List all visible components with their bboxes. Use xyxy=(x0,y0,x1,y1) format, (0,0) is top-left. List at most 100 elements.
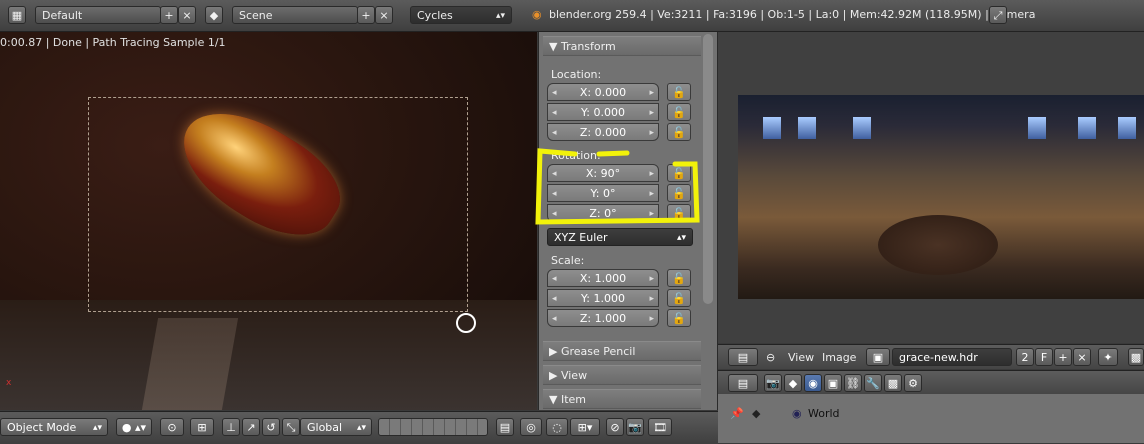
scale-y-field[interactable]: ◂ Y: 1.000 ▸ xyxy=(547,289,659,307)
fake-user-button[interactable]: F xyxy=(1035,348,1053,366)
layer-buttons[interactable] xyxy=(378,418,488,436)
lock-scale-y-icon[interactable]: 🔓 xyxy=(667,289,691,307)
unlink-image-button[interactable]: ⨯ xyxy=(1073,348,1091,366)
arrow-right-icon: ▸ xyxy=(649,108,654,118)
window-shape xyxy=(1078,117,1096,139)
location-z-value: Z: 0.000 xyxy=(579,126,627,139)
remove-layout-button[interactable]: ⨯ xyxy=(178,6,196,24)
orientation-value: Global xyxy=(307,421,343,434)
scale-label: Scale: xyxy=(551,254,585,267)
editor-type-icon[interactable]: ▤ xyxy=(728,374,758,392)
lock-location-z-icon[interactable]: 🔓 xyxy=(667,123,691,141)
scale-z-field[interactable]: ◂ Z: 1.000 ▸ xyxy=(547,309,659,327)
orientation-select[interactable]: Global ▴▾ xyxy=(300,418,372,436)
image-users-count[interactable]: 2 xyxy=(1016,348,1034,366)
world-context-panel: 📌 ◆ ◉ World xyxy=(718,394,1144,443)
scene-name-field[interactable]: Scene xyxy=(232,6,358,24)
render-anim-icon[interactable]: 🎞 xyxy=(648,418,672,436)
lock-location-x-icon[interactable]: 🔓 xyxy=(667,83,691,101)
rotation-mode-select[interactable]: XYZ Euler ▴▾ xyxy=(547,228,693,246)
new-image-button[interactable]: + xyxy=(1054,348,1072,366)
lock-scale-x-icon[interactable]: 🔓 xyxy=(667,269,691,287)
modifiers-tab-icon[interactable]: 🔧 xyxy=(864,374,882,392)
checker-icon[interactable]: ▩ xyxy=(1128,348,1144,366)
expand-arrow-icon: ▼ xyxy=(549,40,561,53)
arrow-right-icon: ▸ xyxy=(649,294,654,304)
axis-x-icon: x xyxy=(6,378,12,388)
arrow-right-icon: ▸ xyxy=(649,314,654,324)
pin-icon[interactable]: 📌 xyxy=(730,407,744,420)
view-panel-header[interactable]: ▶ View xyxy=(543,365,701,385)
viewport-aisle xyxy=(141,318,239,410)
lock-scale-z-icon[interactable]: 🔓 xyxy=(667,309,691,327)
world-tab-icon[interactable]: ◉ xyxy=(804,374,822,392)
location-x-field[interactable]: ◂ X: 0.000 ▸ xyxy=(547,83,659,101)
view-title: View xyxy=(560,369,588,382)
scene-tab-icon[interactable]: ◆ xyxy=(784,374,802,392)
mode-select[interactable]: Object Mode ▴▾ xyxy=(0,418,108,436)
rotation-mode-value: XYZ Euler xyxy=(554,231,608,244)
scene-info-text: blender.org 259.4 | Ve:3211 | Fa:3196 | … xyxy=(549,8,1036,21)
snapping-icon[interactable]: ⊞ xyxy=(190,418,214,436)
pin-icon[interactable]: ✦ xyxy=(1098,348,1118,366)
3d-cursor-icon[interactable] xyxy=(456,313,476,333)
render-engine-label: Cycles xyxy=(417,9,453,22)
fullscreen-icon[interactable]: ⤢ xyxy=(989,6,1007,24)
rotate-icon[interactable]: ↺ xyxy=(262,418,280,436)
falloff-icon[interactable]: ◌ xyxy=(546,418,568,436)
properties-scrollbar[interactable] xyxy=(703,34,713,304)
screen-layout-field[interactable]: Default xyxy=(35,6,161,24)
editor-type-icon[interactable]: ▦ xyxy=(8,6,26,24)
render-status-text: 0:00.87 | Done | Path Tracing Sample 1/1 xyxy=(0,36,226,49)
arrow-right-icon: ▸ xyxy=(649,274,654,284)
world-icon: ◉ xyxy=(792,407,802,420)
snap-element-icon[interactable]: ⊞▾ xyxy=(570,418,600,436)
render-tab-icon[interactable]: 📷 xyxy=(764,374,782,392)
location-y-value: Y: 0.000 xyxy=(581,106,625,119)
remove-scene-button[interactable]: ⨯ xyxy=(375,6,393,24)
add-scene-button[interactable]: + xyxy=(357,6,375,24)
arrow-left-icon: ◂ xyxy=(552,314,557,324)
location-y-field[interactable]: ◂ Y: 0.000 ▸ xyxy=(547,103,659,121)
top-header-bar: ▦ Default + ⨯ ◆ Scene + ⨯ Cycles ▴▾ ◉ bl… xyxy=(0,0,1144,32)
transform-panel-header[interactable]: ▼ Transform xyxy=(543,36,701,56)
scale-y-value: Y: 1.000 xyxy=(581,292,625,305)
shading-select[interactable]: ● ▴▾ xyxy=(116,418,152,436)
physics-tab-icon[interactable]: ⚙ xyxy=(904,374,922,392)
constraints-tab-icon[interactable]: ⛓ xyxy=(844,374,862,392)
window-shape xyxy=(763,117,781,139)
collapse-menu-icon[interactable]: ⊖ xyxy=(766,351,775,364)
image-browse-icon[interactable]: ▣ xyxy=(866,348,890,366)
lock-location-y-icon[interactable]: 🔓 xyxy=(667,103,691,121)
scale-icon[interactable]: ⤡ xyxy=(282,418,300,436)
scene-icon[interactable]: ◆ xyxy=(205,6,223,24)
render-still-icon[interactable]: 📷 xyxy=(626,418,644,436)
proportional-edit-icon[interactable]: ◎ xyxy=(520,418,542,436)
hdr-environment-image[interactable] xyxy=(738,95,1144,299)
add-layout-button[interactable]: + xyxy=(160,6,178,24)
object-tab-icon[interactable]: ▣ xyxy=(824,374,842,392)
item-panel-header[interactable]: ▼ Item xyxy=(543,389,701,409)
image-name-field[interactable]: grace-new.hdr xyxy=(892,348,1012,366)
lock-camera-icon[interactable]: ▤ xyxy=(496,418,514,436)
world-breadcrumb[interactable]: World xyxy=(808,407,840,420)
arrow-left-icon: ◂ xyxy=(552,108,557,118)
table-shape xyxy=(878,215,998,275)
collapse-arrow-icon: ▶ xyxy=(549,345,561,358)
menu-image[interactable]: Image xyxy=(822,351,856,364)
scale-x-value: X: 1.000 xyxy=(579,272,627,285)
editor-type-icon[interactable]: ▤ xyxy=(728,348,758,366)
location-label: Location: xyxy=(551,68,602,81)
manipulator-icon[interactable]: ⊥ xyxy=(222,418,240,436)
location-z-field[interactable]: ◂ Z: 0.000 ▸ xyxy=(547,123,659,141)
translate-icon[interactable]: ↗ xyxy=(242,418,260,436)
location-x-value: X: 0.000 xyxy=(579,86,627,99)
pivot-icon[interactable]: ⊙ xyxy=(160,418,184,436)
blender-logo-icon: ◉ xyxy=(532,8,542,21)
grease-pencil-panel-header[interactable]: ▶ Grease Pencil xyxy=(543,341,701,361)
menu-view[interactable]: View xyxy=(788,351,814,364)
render-engine-select[interactable]: Cycles ▴▾ xyxy=(410,6,512,24)
snap-target-icon[interactable]: ⊘ xyxy=(606,418,624,436)
material-tab-icon[interactable]: ▩ xyxy=(884,374,902,392)
scale-x-field[interactable]: ◂ X: 1.000 ▸ xyxy=(547,269,659,287)
